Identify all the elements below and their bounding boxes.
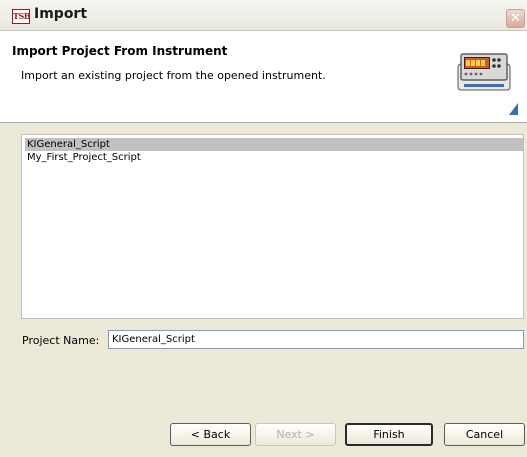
instrument-icon <box>457 53 511 91</box>
next-button[interactable]: Next > <box>255 423 336 446</box>
app-icon: TSB <box>12 9 31 24</box>
back-button[interactable]: < Back <box>170 423 251 446</box>
page-description: Import an existing project from the open… <box>21 69 326 82</box>
corner-accent <box>509 103 518 115</box>
project-name-label: Project Name: <box>22 334 100 347</box>
close-icon: ✕ <box>510 11 521 26</box>
wizard-header: Import Project From Instrument Import an… <box>0 31 527 123</box>
page-title: Import Project From Instrument <box>12 44 228 58</box>
close-button[interactable]: ✕ <box>506 9 525 28</box>
list-item[interactable]: My_First_Project_Script <box>25 151 523 164</box>
cancel-button[interactable]: Cancel <box>444 423 525 446</box>
window-title: Import <box>34 6 88 22</box>
project-list[interactable]: KIGeneral_Script My_First_Project_Script <box>21 134 524 319</box>
finish-button[interactable]: Finish <box>345 423 433 446</box>
list-item[interactable]: KIGeneral_Script <box>25 138 523 151</box>
title-bar[interactable]: TSB Import ✕ <box>0 0 527 31</box>
project-name-input[interactable] <box>108 330 524 349</box>
